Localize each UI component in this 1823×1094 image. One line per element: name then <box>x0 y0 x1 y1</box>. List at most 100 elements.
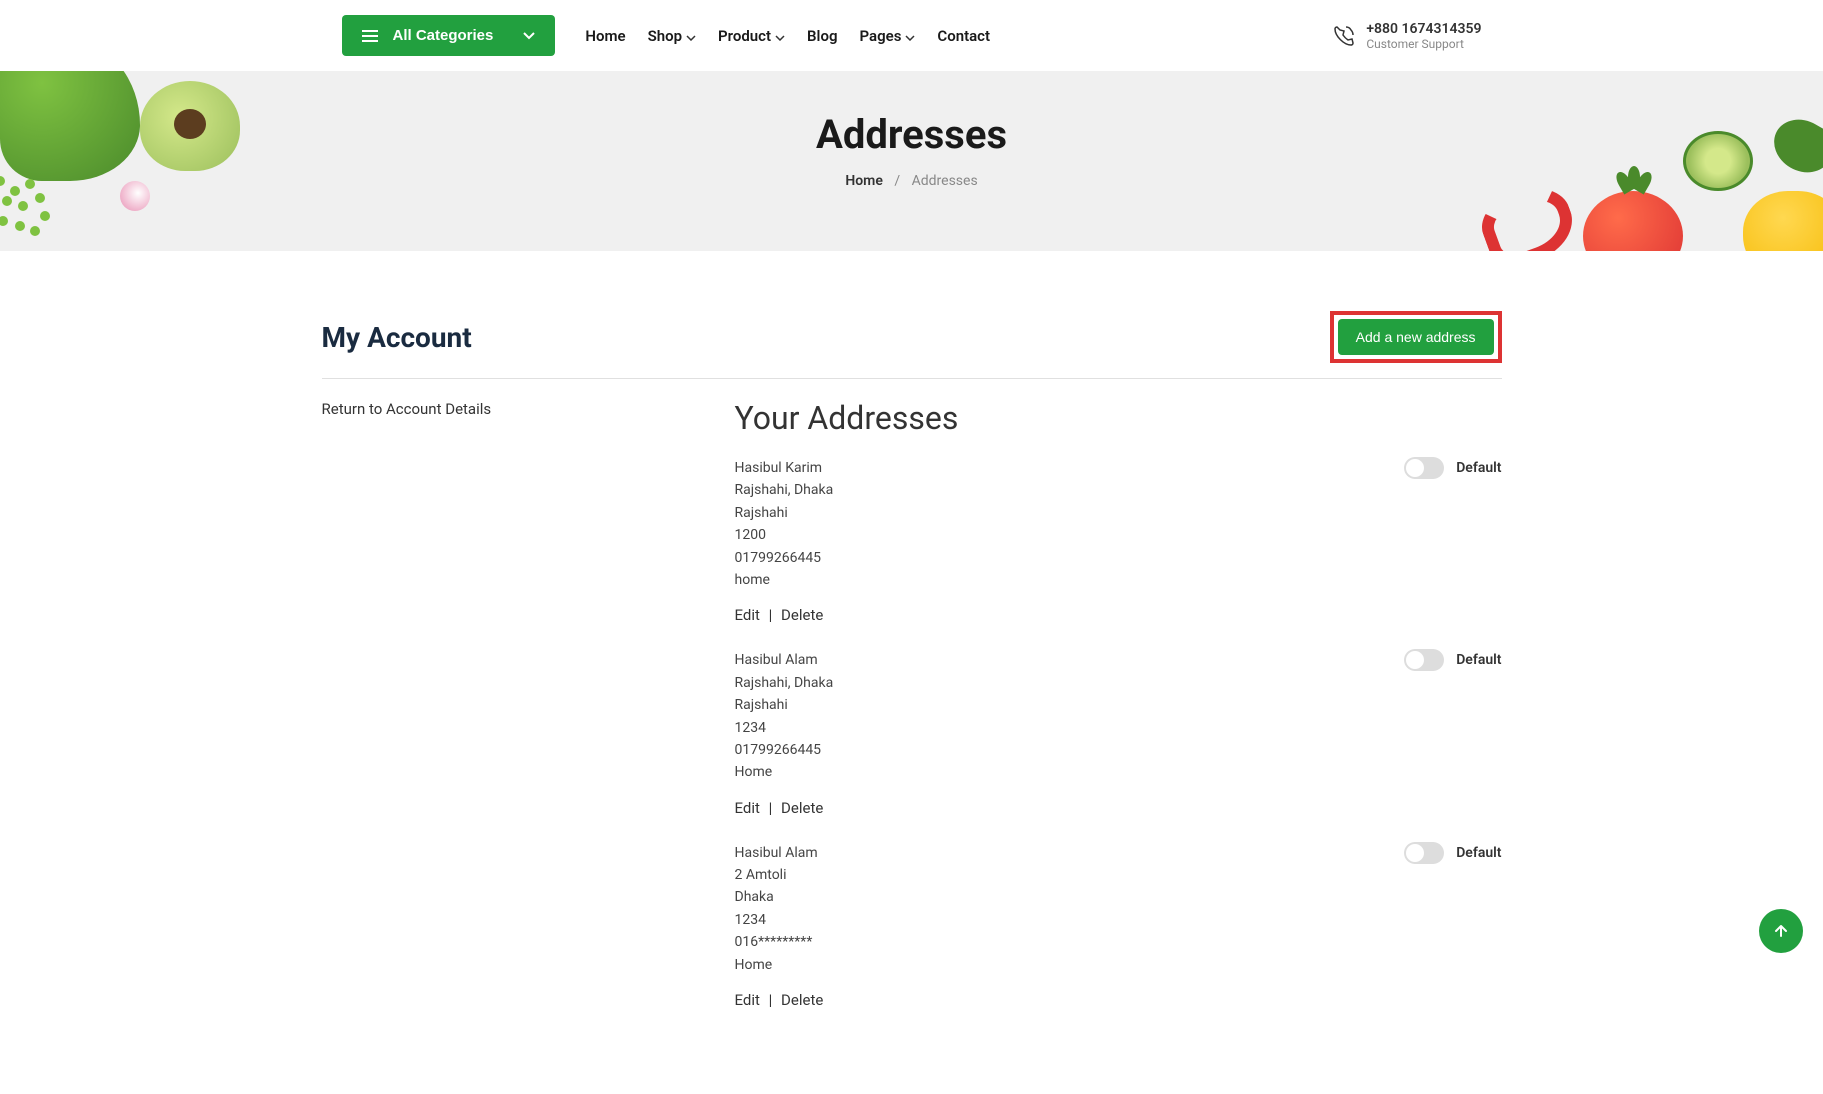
address-block: Hasibul Alam 2 Amtoli Dhaka 1234 016****… <box>735 842 1502 1009</box>
categories-button[interactable]: All Categories <box>342 15 556 56</box>
default-toggle-group: Default <box>1404 842 1501 864</box>
add-address-highlight: Add a new address <box>1330 311 1502 363</box>
address-name: Hasibul Alam <box>735 842 818 864</box>
address-actions: Edit | Delete <box>735 799 1502 817</box>
addresses-section: Your Addresses Hasibul Karim Rajshahi, D… <box>735 399 1502 1034</box>
address-city: Dhaka <box>735 886 818 908</box>
address-row: Hasibul Alam Rajshahi, Dhaka Rajshahi 12… <box>735 649 1502 783</box>
default-toggle-group: Default <box>1404 649 1501 671</box>
action-separator: | <box>769 606 773 624</box>
main-content: My Account Add a new address Return to A… <box>322 251 1502 1094</box>
default-label: Default <box>1456 652 1501 668</box>
address-block: Hasibul Alam Rajshahi, Dhaka Rajshahi 12… <box>735 649 1502 816</box>
account-sidebar: Return to Account Details <box>322 399 735 1034</box>
default-toggle[interactable] <box>1404 649 1444 671</box>
chevron-down-icon <box>686 26 696 45</box>
header-navigation: All Categories Home Shop Product <box>342 0 1482 71</box>
breadcrumb-separator: / <box>894 173 900 189</box>
default-toggle-group: Default <box>1404 457 1501 479</box>
account-header: My Account Add a new address <box>322 311 1502 379</box>
menu-link-pages[interactable]: Pages <box>859 27 901 45</box>
edit-link[interactable]: Edit <box>735 606 760 624</box>
address-street: 2 Amtoli <box>735 864 818 886</box>
default-label: Default <box>1456 845 1501 861</box>
address-actions: Edit | Delete <box>735 991 1502 1009</box>
address-type: home <box>735 569 834 591</box>
support-label: Customer Support <box>1366 37 1481 51</box>
address-street: Rajshahi, Dhaka <box>735 672 834 694</box>
breadcrumb-current: Addresses <box>912 173 978 189</box>
action-separator: | <box>769 991 773 1009</box>
menu-item-product[interactable]: Product <box>718 26 785 45</box>
edit-link[interactable]: Edit <box>735 799 760 817</box>
main-menu: Home Shop Product Blog Pages <box>585 26 990 45</box>
address-postal: 1234 <box>735 717 834 739</box>
address-name: Hasibul Alam <box>735 649 834 671</box>
address-row: Hasibul Karim Rajshahi, Dhaka Rajshahi 1… <box>735 457 1502 591</box>
arrow-up-icon <box>1773 923 1789 939</box>
menu-link-home[interactable]: Home <box>585 27 625 45</box>
action-separator: | <box>769 799 773 817</box>
delete-link[interactable]: Delete <box>781 799 823 817</box>
account-title: My Account <box>322 321 472 354</box>
avocado-decoration <box>140 81 240 171</box>
address-row: Hasibul Alam 2 Amtoli Dhaka 1234 016****… <box>735 842 1502 976</box>
addresses-title: Your Addresses <box>735 399 1502 437</box>
radish-decoration <box>120 181 150 211</box>
menu-link-contact[interactable]: Contact <box>937 27 990 45</box>
menu-item-blog[interactable]: Blog <box>807 26 837 45</box>
decoration-right <box>1423 101 1823 251</box>
address-actions: Edit | Delete <box>735 606 1502 624</box>
address-postal: 1234 <box>735 909 818 931</box>
address-details: Hasibul Alam Rajshahi, Dhaka Rajshahi 12… <box>735 649 834 783</box>
contact-info: +880 1674314359 Customer Support <box>1332 21 1481 51</box>
nav-left-group: All Categories Home Shop Product <box>342 15 991 56</box>
address-phone: 01799266445 <box>735 547 834 569</box>
phone-number: +880 1674314359 <box>1366 21 1481 37</box>
menu-item-shop[interactable]: Shop <box>648 26 696 45</box>
address-name: Hasibul Karim <box>735 457 834 479</box>
menu-item-contact[interactable]: Contact <box>937 26 990 45</box>
hero-banner: Addresses Home / Addresses <box>0 71 1823 251</box>
edit-link[interactable]: Edit <box>735 991 760 1009</box>
hamburger-icon <box>362 30 378 42</box>
delete-link[interactable]: Delete <box>781 606 823 624</box>
chevron-down-icon <box>775 26 785 45</box>
phone-icon <box>1332 24 1356 48</box>
scroll-top-button[interactable] <box>1759 909 1803 953</box>
add-address-button[interactable]: Add a new address <box>1338 319 1494 355</box>
yellow-pepper-decoration <box>1743 191 1823 251</box>
contact-text: +880 1674314359 Customer Support <box>1366 21 1481 51</box>
address-phone: 01799266445 <box>735 739 834 761</box>
address-details: Hasibul Alam 2 Amtoli Dhaka 1234 016****… <box>735 842 818 976</box>
default-toggle[interactable] <box>1404 842 1444 864</box>
address-type: Home <box>735 761 834 783</box>
lettuce-decoration <box>0 71 140 181</box>
content-row: Return to Account Details Your Addresses… <box>322 399 1502 1034</box>
address-street: Rajshahi, Dhaka <box>735 479 834 501</box>
address-phone: 016********* <box>735 931 818 953</box>
cucumber-decoration <box>1683 131 1753 191</box>
chevron-down-icon <box>523 27 535 44</box>
return-link[interactable]: Return to Account Details <box>322 400 492 418</box>
menu-item-home[interactable]: Home <box>585 26 625 45</box>
categories-label: All Categories <box>393 27 494 44</box>
decoration-left <box>0 71 280 251</box>
tomato-leaf-decoration <box>1613 171 1653 201</box>
breadcrumb-home-link[interactable]: Home <box>845 173 883 189</box>
address-details: Hasibul Karim Rajshahi, Dhaka Rajshahi 1… <box>735 457 834 591</box>
menu-item-pages[interactable]: Pages <box>859 26 915 45</box>
address-block: Hasibul Karim Rajshahi, Dhaka Rajshahi 1… <box>735 457 1502 624</box>
address-city: Rajshahi <box>735 502 834 524</box>
address-city: Rajshahi <box>735 694 834 716</box>
menu-link-blog[interactable]: Blog <box>807 27 837 45</box>
address-postal: 1200 <box>735 524 834 546</box>
chevron-down-icon <box>905 26 915 45</box>
menu-link-product[interactable]: Product <box>718 27 771 45</box>
default-toggle[interactable] <box>1404 457 1444 479</box>
pepper-decoration <box>1474 178 1583 251</box>
menu-link-shop[interactable]: Shop <box>648 27 682 45</box>
delete-link[interactable]: Delete <box>781 991 823 1009</box>
peas-decoration <box>0 171 90 251</box>
basil-decoration <box>1765 109 1823 182</box>
